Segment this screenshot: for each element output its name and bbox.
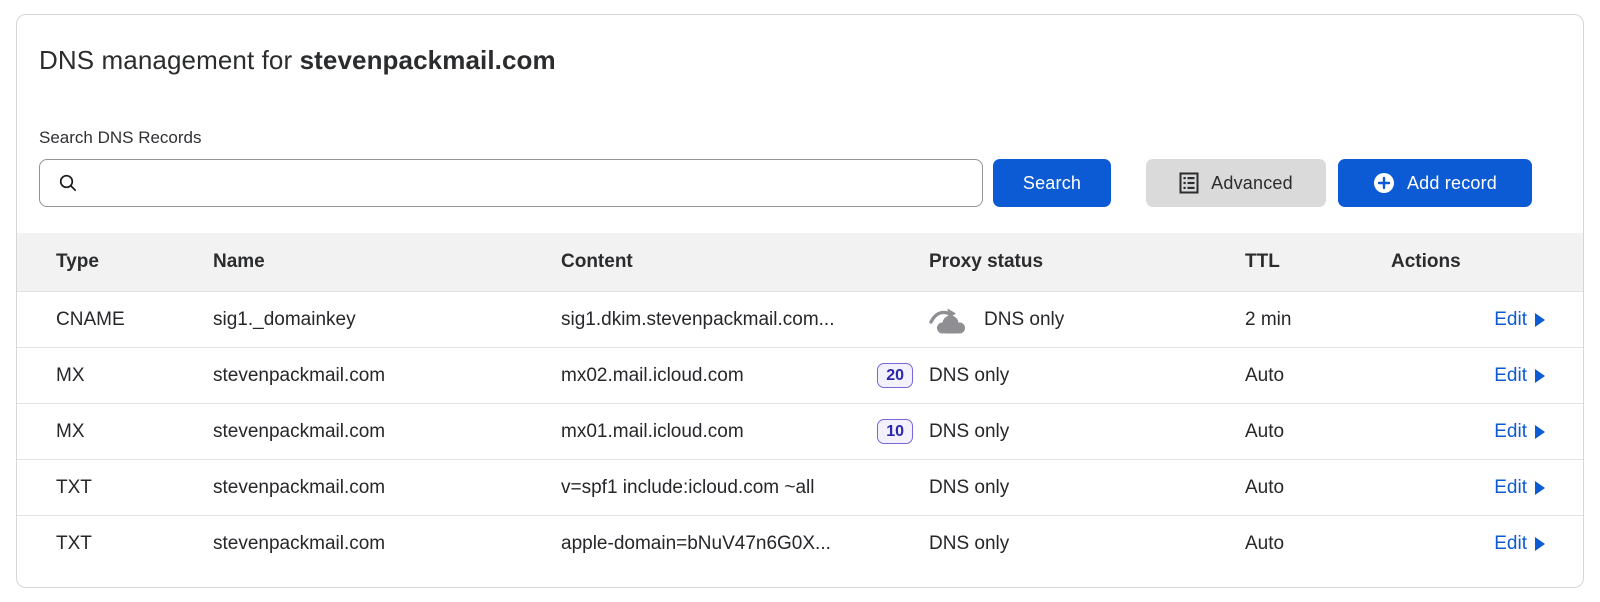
cell-content: apple-domain=bNuV47n6G0X... — [561, 533, 929, 555]
cell-content: v=spf1 include:icloud.com ~all — [561, 477, 929, 499]
cell-type: CNAME — [56, 309, 213, 331]
cell-name: stevenpackmail.com — [213, 477, 561, 499]
table-row: MX stevenpackmail.com mx01.mail.icloud.c… — [17, 403, 1583, 459]
proxy-status-text: DNS only — [929, 365, 1009, 387]
controls-row: Search Advanced — [39, 159, 1561, 207]
page-title-domain: stevenpackmail.com — [300, 45, 556, 75]
plus-circle-icon — [1373, 172, 1395, 194]
page-title-prefix: DNS management for — [39, 45, 300, 75]
edit-link-label: Edit — [1494, 365, 1527, 387]
search-input[interactable] — [88, 160, 970, 206]
triangle-right-icon — [1534, 480, 1546, 496]
list-document-icon — [1179, 172, 1199, 194]
cell-content: sig1.dkim.stevenpackmail.com... — [561, 309, 929, 331]
advanced-button[interactable]: Advanced — [1146, 159, 1326, 207]
cell-actions: Edit — [1391, 365, 1546, 387]
cell-ttl: Auto — [1245, 533, 1391, 555]
table-row: TXT stevenpackmail.com v=spf1 include:ic… — [17, 459, 1583, 515]
cell-type: MX — [56, 421, 213, 443]
search-box[interactable] — [39, 159, 983, 207]
priority-badge: 20 — [877, 363, 913, 388]
edit-link-label: Edit — [1494, 533, 1527, 555]
record-content-text: v=spf1 include:icloud.com ~all — [561, 477, 814, 499]
cell-ttl: Auto — [1245, 365, 1391, 387]
add-record-button[interactable]: Add record — [1338, 159, 1532, 207]
triangle-right-icon — [1534, 368, 1546, 384]
cell-actions: Edit — [1391, 309, 1546, 331]
triangle-right-icon — [1534, 424, 1546, 440]
header-type: Type — [56, 251, 213, 273]
table-row: MX stevenpackmail.com mx02.mail.icloud.c… — [17, 347, 1583, 403]
triangle-right-icon — [1534, 536, 1546, 552]
header-proxy-status: Proxy status — [929, 251, 1245, 273]
cell-ttl: Auto — [1245, 477, 1391, 499]
search-label: Search DNS Records — [39, 128, 1561, 148]
record-content-text: mx02.mail.icloud.com — [561, 365, 744, 387]
edit-link[interactable]: Edit — [1494, 365, 1546, 387]
cell-proxy-status: DNS only — [929, 421, 1245, 443]
proxy-status-text: DNS only — [929, 421, 1009, 443]
proxy-status-text: DNS only — [929, 477, 1009, 499]
card-top-section: DNS management for stevenpackmail.com Se… — [17, 15, 1583, 207]
cell-type: TXT — [56, 477, 213, 499]
cell-ttl: 2 min — [1245, 309, 1391, 331]
cloud-dns-only-icon — [929, 306, 969, 334]
search-button[interactable]: Search — [993, 159, 1111, 207]
header-ttl: TTL — [1245, 251, 1391, 273]
edit-link-label: Edit — [1494, 421, 1527, 443]
record-content-text: apple-domain=bNuV47n6G0X... — [561, 533, 831, 555]
edit-link[interactable]: Edit — [1494, 533, 1546, 555]
cell-proxy-status: DNS only — [929, 365, 1245, 387]
edit-link[interactable]: Edit — [1494, 477, 1546, 499]
edit-link-label: Edit — [1494, 477, 1527, 499]
cell-type: MX — [56, 365, 213, 387]
cell-content: mx01.mail.icloud.com 10 — [561, 419, 929, 444]
header-content: Content — [561, 251, 929, 273]
cell-name: stevenpackmail.com — [213, 421, 561, 443]
cell-content: mx02.mail.icloud.com 20 — [561, 363, 929, 388]
record-content-text: sig1.dkim.stevenpackmail.com... — [561, 309, 835, 331]
edit-link-label: Edit — [1494, 309, 1527, 331]
cell-proxy-status: DNS only — [929, 477, 1245, 499]
dns-records-table: Type Name Content Proxy status TTL Actio… — [17, 233, 1583, 571]
cell-proxy-status: DNS only — [929, 533, 1245, 555]
edit-link[interactable]: Edit — [1494, 309, 1546, 331]
table-header-row: Type Name Content Proxy status TTL Actio… — [17, 233, 1583, 291]
header-actions: Actions — [1391, 251, 1546, 273]
table-row: CNAME sig1._domainkey sig1.dkim.stevenpa… — [17, 291, 1583, 347]
cell-actions: Edit — [1391, 421, 1546, 443]
cell-name: stevenpackmail.com — [213, 365, 561, 387]
record-content-text: mx01.mail.icloud.com — [561, 421, 744, 443]
table-body: CNAME sig1._domainkey sig1.dkim.stevenpa… — [17, 291, 1583, 571]
cell-name: sig1._domainkey — [213, 309, 561, 331]
cell-actions: Edit — [1391, 533, 1546, 555]
triangle-right-icon — [1534, 312, 1546, 328]
add-record-button-label: Add record — [1407, 173, 1497, 194]
cell-ttl: Auto — [1245, 421, 1391, 443]
advanced-button-label: Advanced — [1211, 173, 1293, 194]
proxy-status-text: DNS only — [929, 533, 1009, 555]
dns-management-card: DNS management for stevenpackmail.com Se… — [16, 14, 1584, 588]
proxy-status-text: DNS only — [984, 309, 1064, 331]
cell-actions: Edit — [1391, 477, 1546, 499]
priority-badge: 10 — [877, 419, 913, 444]
cell-proxy-status: DNS only — [929, 306, 1245, 334]
cell-type: TXT — [56, 533, 213, 555]
table-row: TXT stevenpackmail.com apple-domain=bNuV… — [17, 515, 1583, 571]
search-icon — [58, 173, 78, 193]
header-name: Name — [213, 251, 561, 273]
page-title: DNS management for stevenpackmail.com — [39, 45, 1561, 76]
edit-link[interactable]: Edit — [1494, 421, 1546, 443]
cell-name: stevenpackmail.com — [213, 533, 561, 555]
